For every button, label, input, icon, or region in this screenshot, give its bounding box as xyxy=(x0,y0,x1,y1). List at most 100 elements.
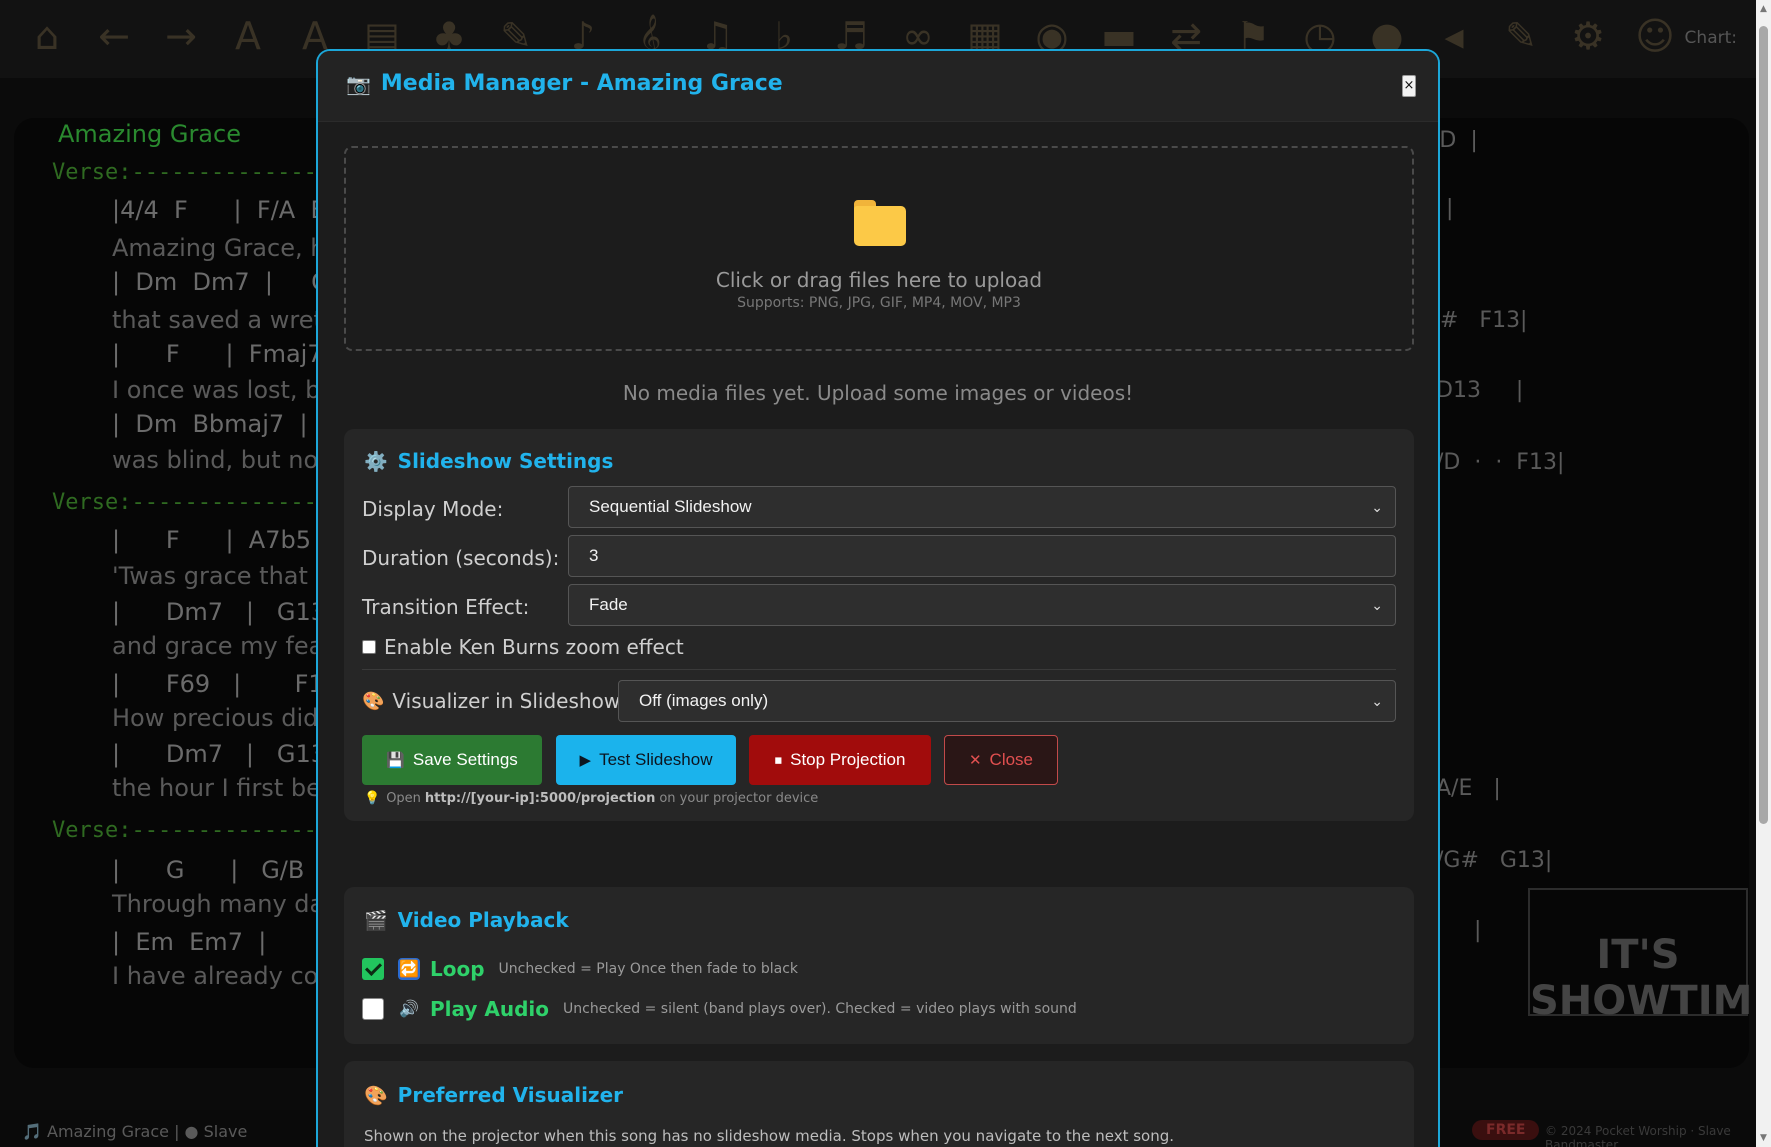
chord-line: | Dm7 | G13 xyxy=(112,740,326,768)
showtime-logo: IT'S SHOWTIME xyxy=(1528,888,1771,1024)
play-audio-option[interactable]: 🔊 Play Audio Unchecked = silent (band pl… xyxy=(362,997,1077,1021)
chevron-down-icon: ⌄ xyxy=(1371,499,1383,515)
clapperboard-icon: 🎬 xyxy=(364,909,388,932)
projection-url: http://[your-ip]:5000/projection xyxy=(424,791,656,806)
stop-projection-button[interactable]: ⏹ Stop Projection xyxy=(749,735,931,785)
free-badge: FREE xyxy=(1472,1120,1540,1140)
chord-line: | F | A7b5 xyxy=(112,526,311,554)
slideshow-settings-title: ⚙️ Slideshow Settings xyxy=(364,449,613,473)
lyric-line: How precious did th xyxy=(112,704,351,732)
preferred-visualizer-panel: 🎨 Preferred Visualizer Shown on the proj… xyxy=(344,1061,1414,1147)
hint-pre: Open xyxy=(386,791,421,806)
lyric-line: I once was lost, but xyxy=(112,376,346,404)
font-larger-icon[interactable]: A xyxy=(223,10,273,62)
modal-title-text: Media Manager - Amazing Grace xyxy=(380,71,783,96)
right-chord: # F13| xyxy=(1440,308,1528,333)
modal-header: 📷 Media Manager - Amazing Grace × xyxy=(318,51,1438,122)
close-icon: ✕ xyxy=(968,752,982,769)
loop-option[interactable]: 🔁 Loop Unchecked = Play Once then fade t… xyxy=(362,957,798,981)
avatar-icon[interactable]: ☺ xyxy=(1630,10,1680,62)
loop-label: Loop xyxy=(430,957,485,981)
visualizer-value: Off (images only) xyxy=(639,691,769,710)
right-chord: /D · · F13| xyxy=(1436,450,1565,475)
forward-arrow-icon[interactable]: → xyxy=(156,10,206,62)
video-playback-heading: Video Playback xyxy=(397,908,569,932)
right-chord: | xyxy=(1474,918,1482,943)
lyric-line: the hour I first belie xyxy=(112,774,349,802)
preferred-visualizer-description: Shown on the projector when this song ha… xyxy=(364,1127,1175,1145)
gear-icon: ⚙️ xyxy=(364,450,388,473)
right-chord: A/E | xyxy=(1436,776,1501,801)
modal-title: 📷 Media Manager - Amazing Grace xyxy=(346,71,783,96)
scroll-down-icon[interactable]: ▼ xyxy=(1758,1133,1769,1145)
repeat-icon: 🔁 xyxy=(398,958,420,980)
hint-post: on your projector device xyxy=(659,791,819,806)
camera-icon: 📷 xyxy=(346,71,371,96)
visualizer-label-text: Visualizer in Slideshow: xyxy=(392,689,626,713)
transition-label: Transition Effect: xyxy=(362,595,530,619)
chart-label: Chart: xyxy=(1684,28,1737,48)
divider xyxy=(362,669,1396,670)
preferred-visualizer-heading: Preferred Visualizer xyxy=(397,1083,623,1107)
display-mode-value: Sequential Slideshow xyxy=(589,497,752,516)
save-settings-button[interactable]: 💾 Save Settings xyxy=(362,735,542,785)
ken-burns-label: Enable Ken Burns zoom effect xyxy=(384,635,684,659)
test-slideshow-label: Test Slideshow xyxy=(599,750,713,769)
back-arrow-icon[interactable]: ← xyxy=(89,10,139,62)
slideshow-settings-panel: ⚙️ Slideshow Settings Display Mode: Sequ… xyxy=(344,429,1414,821)
chord-line: |4/4 F | F/A Bb xyxy=(112,196,343,224)
loop-note: Unchecked = Play Once then fade to black xyxy=(498,961,799,977)
palette-icon: 🎨 xyxy=(364,1084,388,1107)
stop-projection-label: Stop Projection xyxy=(790,750,906,769)
dropzone-main-text: Click or drag files here to upload xyxy=(715,268,1043,292)
footer-song-status: 🎵 Amazing Grace | ● Slave xyxy=(22,1122,248,1141)
chord-line: | Dm7 | G13 xyxy=(112,598,326,626)
palette-icon: 🎨 xyxy=(362,690,385,712)
close-button[interactable]: ✕ Close xyxy=(944,735,1058,785)
lyric-line: and grace my fears xyxy=(112,632,346,660)
folder-icon xyxy=(854,200,906,246)
display-mode-label: Display Mode: xyxy=(362,497,504,521)
chevron-down-icon: ⌄ xyxy=(1371,693,1383,709)
play-audio-note: Unchecked = silent (band plays over). Ch… xyxy=(563,1001,1077,1017)
pen-icon[interactable]: ✎ xyxy=(1496,10,1546,62)
loop-checkbox[interactable] xyxy=(362,958,384,980)
ken-burns-option[interactable]: Enable Ken Burns zoom effect xyxy=(362,635,684,659)
play-audio-label: Play Audio xyxy=(430,997,550,1021)
duration-label: Duration (seconds): xyxy=(362,546,560,570)
dropzone-supported-types: Supports: PNG, JPG, GIF, MP4, MOV, MP3 xyxy=(737,295,1021,311)
empty-media-message: No media files yet. Upload some images o… xyxy=(622,381,1134,405)
test-slideshow-button[interactable]: ▶ Test Slideshow xyxy=(556,735,736,785)
projection-hint: 💡 Open http://[your-ip]:5000/projection … xyxy=(364,791,818,806)
home-icon[interactable]: ⌂ xyxy=(22,10,72,62)
play-icon: ▶ xyxy=(579,752,592,769)
scroll-up-icon[interactable]: ▲ xyxy=(1758,4,1769,16)
display-mode-select[interactable]: Sequential Slideshow ⌄ xyxy=(568,486,1396,528)
stop-icon: ⏹ xyxy=(774,751,783,769)
slideshow-settings-heading: Slideshow Settings xyxy=(397,449,614,473)
visualizer-label: 🎨 Visualizer in Slideshow: xyxy=(362,689,626,713)
chord-line: | F69 | F13 xyxy=(112,670,339,698)
duration-value: 3 xyxy=(589,546,599,565)
visualizer-select[interactable]: Off (images only) ⌄ xyxy=(618,680,1396,722)
lightbulb-icon: 💡 xyxy=(364,791,381,806)
upload-dropzone[interactable]: Click or drag files here to upload Suppo… xyxy=(344,146,1414,351)
preferred-visualizer-title: 🎨 Preferred Visualizer xyxy=(364,1083,623,1107)
chord-line: | G | G/B xyxy=(112,856,305,884)
scrollbar-thumb[interactable] xyxy=(1759,26,1768,824)
speaker-icon: 🔊 xyxy=(399,999,419,1018)
play-audio-checkbox[interactable] xyxy=(362,998,384,1020)
ken-burns-checkbox[interactable] xyxy=(362,640,376,654)
right-chord: /G# G13| xyxy=(1436,848,1553,873)
close-label: Close xyxy=(989,750,1034,769)
transition-select[interactable]: Fade ⌄ xyxy=(568,584,1396,626)
chevron-down-icon: ⌄ xyxy=(1371,597,1383,613)
duration-input[interactable]: 3 xyxy=(568,535,1396,577)
modal-close-icon[interactable]: × xyxy=(1402,75,1416,97)
song-title: Amazing Grace xyxy=(58,120,241,148)
save-settings-label: Save Settings xyxy=(412,750,518,769)
gear-icon[interactable]: ⚙ xyxy=(1563,10,1613,62)
footer-copyright: © 2024 Pocket Worship · Slave Bandmaster xyxy=(1545,1124,1731,1147)
floppy-disk-icon: 💾 xyxy=(386,752,405,769)
lyric-line: was blind, but now xyxy=(112,446,338,474)
